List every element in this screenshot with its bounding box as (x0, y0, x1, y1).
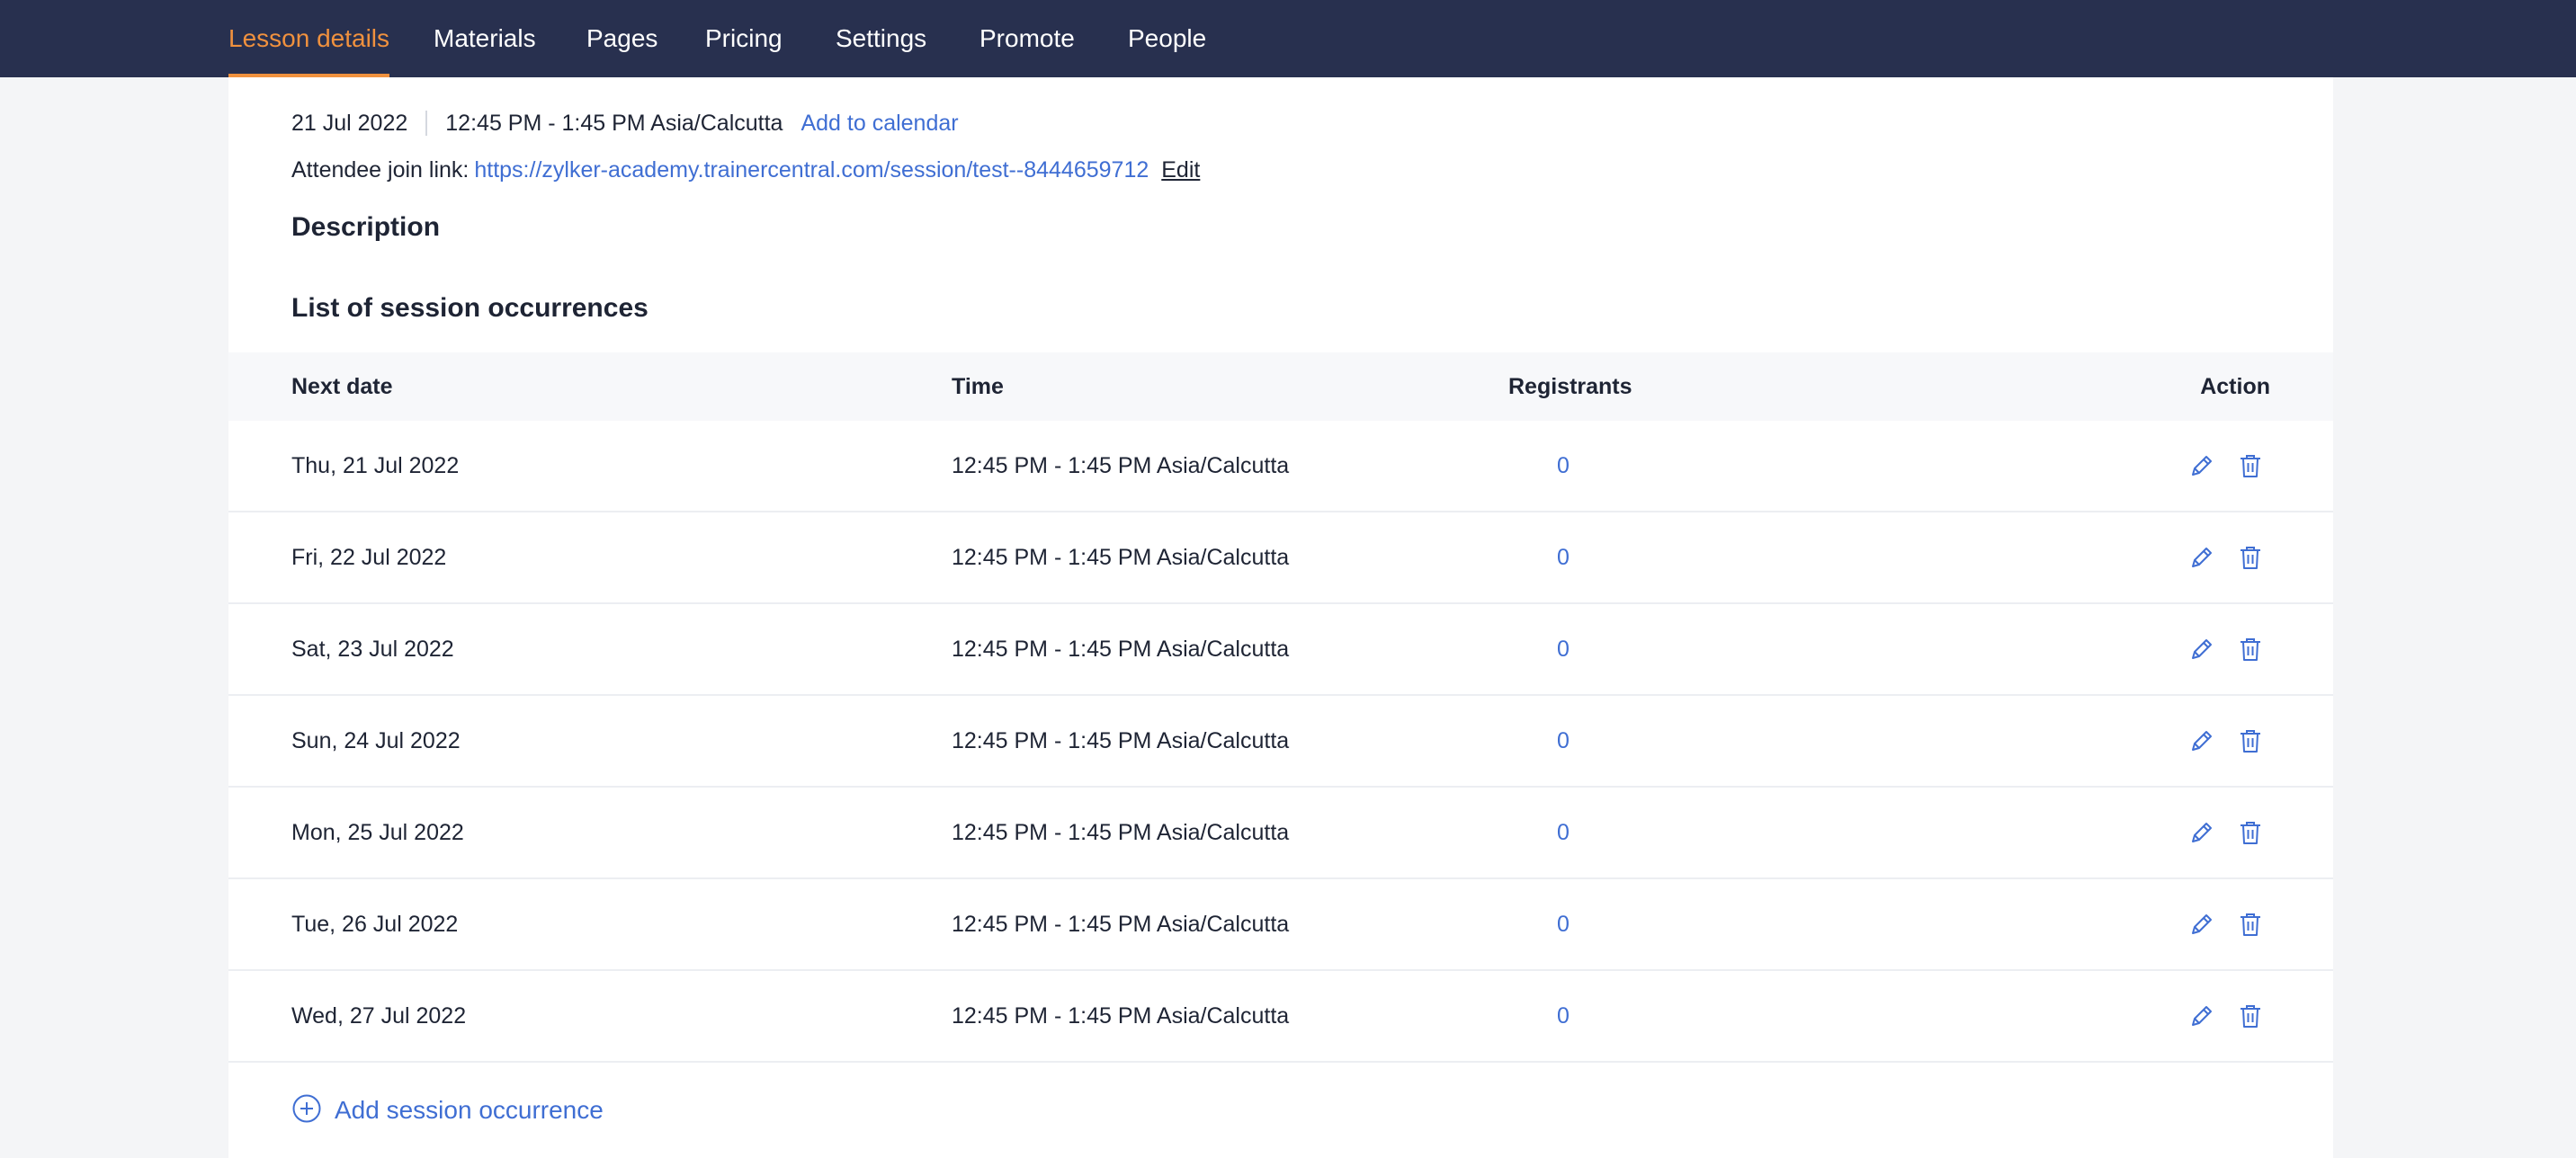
occurrence-time: 12:45 PM - 1:45 PM Asia/Calcutta (952, 544, 1290, 570)
add-session-occurrence-button[interactable]: Add session occurrence (291, 1088, 604, 1133)
pencil-icon[interactable] (2187, 1001, 2217, 1031)
table-row: Tue, 26 Jul 2022 12:45 PM - 1:45 PM Asia… (228, 879, 2333, 971)
trash-icon[interactable] (2235, 1001, 2266, 1031)
join-link-url[interactable]: https://zylker-academy.trainercentral.co… (474, 157, 1149, 183)
col-registrants: Registrants (1508, 373, 1632, 399)
table-row: Thu, 21 Jul 2022 12:45 PM - 1:45 PM Asia… (228, 421, 2333, 512)
tab-people[interactable]: People (1128, 0, 1206, 77)
trash-icon[interactable] (2235, 726, 2266, 756)
occurrence-time: 12:45 PM - 1:45 PM Asia/Calcutta (952, 452, 1290, 478)
registrants-count[interactable]: 0 (1545, 512, 1581, 602)
registrants-count[interactable]: 0 (1545, 879, 1581, 969)
occurrences-heading: List of session occurrences (291, 293, 648, 323)
occurrence-time: 12:45 PM - 1:45 PM Asia/Calcutta (952, 911, 1290, 937)
pencil-icon[interactable] (2187, 634, 2217, 664)
trash-icon[interactable] (2235, 909, 2266, 940)
table-row: Fri, 22 Jul 2022 12:45 PM - 1:45 PM Asia… (228, 512, 2333, 604)
lesson-details-card: 21 Jul 2022 12:45 PM - 1:45 PM Asia/Calc… (228, 77, 2333, 1158)
pencil-icon[interactable] (2187, 909, 2217, 940)
tab-promote[interactable]: Promote (979, 0, 1075, 77)
tab-materials[interactable]: Materials (434, 0, 536, 77)
col-next-date: Next date (291, 373, 393, 399)
occurrence-date: Mon, 25 Jul 2022 (291, 819, 464, 845)
add-session-occurrence-label: Add session occurrence (335, 1096, 604, 1124)
add-to-calendar-link[interactable]: Add to calendar (801, 111, 958, 137)
tab-lesson-details[interactable]: Lesson details (228, 0, 390, 77)
col-time: Time (952, 373, 1004, 399)
session-date: 21 Jul 2022 (291, 110, 408, 136)
edit-join-link-button[interactable]: Edit (1161, 157, 1200, 183)
attendee-join-link-row: Attendee join link: https://zylker-acade… (291, 140, 1200, 200)
pencil-icon[interactable] (2187, 817, 2217, 848)
trash-icon[interactable] (2235, 817, 2266, 848)
table-row: Sat, 23 Jul 2022 12:45 PM - 1:45 PM Asia… (228, 604, 2333, 696)
join-link-label: Attendee join link: (291, 156, 470, 183)
pencil-icon[interactable] (2187, 450, 2217, 481)
trash-icon[interactable] (2235, 634, 2266, 664)
tab-settings[interactable]: Settings (836, 0, 926, 77)
pencil-icon[interactable] (2187, 726, 2217, 756)
col-action: Action (2200, 373, 2270, 399)
registrants-count[interactable]: 0 (1545, 421, 1581, 511)
occurrence-date: Fri, 22 Jul 2022 (291, 544, 447, 570)
plus-circle-icon (291, 1093, 322, 1128)
registrants-count[interactable]: 0 (1545, 788, 1581, 877)
table-row: Mon, 25 Jul 2022 12:45 PM - 1:45 PM Asia… (228, 788, 2333, 879)
tab-pricing[interactable]: Pricing (705, 0, 783, 77)
trash-icon[interactable] (2235, 450, 2266, 481)
trash-icon[interactable] (2235, 542, 2266, 573)
occurrence-date: Thu, 21 Jul 2022 (291, 452, 460, 478)
pencil-icon[interactable] (2187, 542, 2217, 573)
occurrence-time: 12:45 PM - 1:45 PM Asia/Calcutta (952, 819, 1290, 845)
occurrence-time: 12:45 PM - 1:45 PM Asia/Calcutta (952, 1002, 1290, 1029)
registrants-count[interactable]: 0 (1545, 696, 1581, 786)
occurrence-time: 12:45 PM - 1:45 PM Asia/Calcutta (952, 636, 1290, 662)
occurrence-date: Sat, 23 Jul 2022 (291, 636, 454, 662)
registrants-count[interactable]: 0 (1545, 971, 1581, 1061)
meta-divider (425, 111, 428, 136)
session-time: 12:45 PM - 1:45 PM Asia/Calcutta (445, 110, 783, 136)
occurrence-time: 12:45 PM - 1:45 PM Asia/Calcutta (952, 727, 1290, 753)
registrants-count[interactable]: 0 (1545, 604, 1581, 694)
occurrence-date: Sun, 24 Jul 2022 (291, 727, 461, 753)
table-row: Sun, 24 Jul 2022 12:45 PM - 1:45 PM Asia… (228, 696, 2333, 788)
table-row: Wed, 27 Jul 2022 12:45 PM - 1:45 PM Asia… (228, 971, 2333, 1063)
top-navigation: Lesson details Materials Pages Pricing S… (0, 0, 2576, 77)
occurrence-date: Wed, 27 Jul 2022 (291, 1002, 467, 1029)
description-heading: Description (291, 212, 441, 242)
occurrences-table-header: Next date Time Registrants Action (228, 352, 2333, 421)
occurrence-date: Tue, 26 Jul 2022 (291, 911, 459, 937)
tab-pages[interactable]: Pages (586, 0, 657, 77)
